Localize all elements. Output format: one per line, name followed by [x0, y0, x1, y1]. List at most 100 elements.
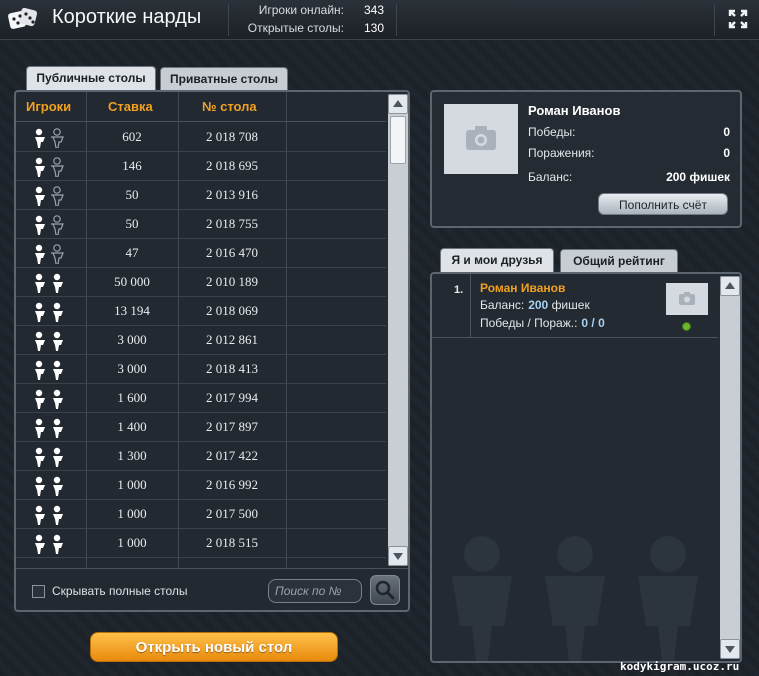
friend-name[interactable]: Роман Иванов — [480, 281, 565, 295]
wins-value: 0 — [723, 125, 730, 139]
table-number-cell: 2 017 994 — [206, 390, 258, 405]
table-row[interactable]: 50 2 013 916 — [16, 181, 386, 210]
friend-row[interactable]: 1. Роман Иванов Баланс: 200 фишек Победы … — [432, 274, 718, 338]
open-tables-value: 130 — [364, 21, 385, 35]
camera-icon — [679, 292, 695, 305]
tab-private-tables[interactable]: Приватные столы — [160, 67, 288, 91]
two-players-icon — [32, 476, 72, 496]
scroll-thumb[interactable] — [390, 116, 406, 164]
table-number-cell: 2 013 916 — [206, 187, 258, 202]
topup-button[interactable]: Пополнить счёт — [598, 193, 728, 215]
two-players-icon — [32, 360, 72, 380]
two-players-icon — [32, 273, 72, 293]
hide-full-checkbox[interactable] — [32, 585, 45, 598]
balance-value: 200 — [666, 170, 687, 184]
friend-balance-unit: фишек — [551, 298, 590, 312]
camera-icon — [466, 126, 496, 150]
table-number-cell: 2 018 515 — [206, 535, 258, 550]
table-row[interactable]: 1 300 2 017 422 — [16, 442, 386, 471]
bet-cell: 1 000 — [117, 506, 147, 521]
search-icon — [375, 580, 395, 600]
arrow-down-icon — [725, 646, 735, 653]
search-button[interactable] — [370, 575, 400, 605]
table-number-cell: 2 017 500 — [206, 506, 258, 521]
table-search-input[interactable] — [268, 579, 362, 603]
avatar[interactable] — [444, 104, 518, 174]
table-row[interactable]: 1 400 2 017 897 — [16, 413, 386, 442]
table-number-cell: 2 018 069 — [206, 303, 258, 318]
bet-cell: 1 400 — [117, 419, 147, 434]
tab-global-rating[interactable]: Общий рейтинг — [560, 249, 678, 273]
scroll-up-button[interactable] — [388, 94, 408, 114]
fullscreen-icon[interactable] — [728, 9, 748, 29]
tab-public-tables[interactable]: Публичные столы — [26, 66, 156, 90]
table-row[interactable]: 50 000 2 010 189 — [16, 268, 386, 297]
one-player-icon — [32, 186, 72, 207]
friends-scrollbar[interactable] — [720, 276, 740, 659]
profile-losses: Поражения: 0 — [528, 146, 730, 160]
header-divider — [714, 4, 715, 36]
table-row[interactable]: 47 2 016 470 — [16, 239, 386, 268]
col-bet[interactable]: Ставка — [108, 99, 153, 114]
bet-cell: 50 — [125, 216, 139, 231]
online-stats: Игроки онлайн: 343 Открытые столы: 130 — [232, 3, 392, 39]
open-new-table-button[interactable]: Открыть новый стол — [90, 632, 338, 662]
friend-balance: Баланс: 200 фишек — [480, 298, 590, 312]
table-row[interactable]: 13 194 2 018 069 — [16, 297, 386, 326]
friend-avatar[interactable] — [666, 283, 708, 315]
bet-cell: 13 194 — [114, 303, 150, 318]
one-player-icon — [32, 215, 72, 236]
watermark: kodykigram.ucoz.ru — [620, 660, 740, 673]
tables-footer: Скрывать полные столы — [16, 568, 408, 610]
balance-value-group: 200 фишек — [666, 170, 730, 184]
two-players-icon — [32, 389, 72, 409]
table-number-cell: 2 018 708 — [206, 129, 258, 144]
scroll-up-button[interactable] — [720, 276, 740, 296]
table-row[interactable]: 1 000 2 017 500 — [16, 500, 386, 529]
table-row[interactable]: 1 000 2 016 992 — [16, 471, 386, 500]
bet-cell: 1 000 — [117, 477, 147, 492]
two-players-icon — [32, 302, 72, 322]
col-players[interactable]: Игроки — [26, 99, 71, 114]
rank-divider — [470, 274, 471, 338]
arrow-up-icon — [725, 282, 735, 289]
table-number-cell: 2 010 189 — [206, 274, 258, 289]
bet-cell: 3 000 — [117, 361, 147, 376]
losses-label: Поражения: — [528, 146, 595, 160]
tables-panel: Игроки Ставка № стола 602 2 018 708 146 2 0… — [14, 90, 410, 612]
friends-panel: 1. Роман Иванов Баланс: 200 фишек Победы … — [430, 272, 742, 663]
scroll-down-button[interactable] — [388, 546, 408, 566]
profile-panel: Роман Иванов Победы: 0 Поражения: 0 Бала… — [430, 90, 742, 228]
balance-label: Баланс: — [528, 170, 573, 184]
scroll-down-button[interactable] — [720, 639, 740, 659]
wins-label: Победы: — [528, 125, 576, 139]
table-row[interactable]: 602 2 018 708 — [16, 123, 386, 152]
table-row[interactable]: 146 2 018 695 — [16, 152, 386, 181]
table-row[interactable]: 50 2 018 755 — [16, 210, 386, 239]
table-row[interactable]: 1 000 2 018 515 — [16, 529, 386, 558]
bet-cell: 146 — [122, 158, 142, 173]
tables-scrollbar[interactable] — [388, 94, 408, 566]
players-online-value: 343 — [364, 3, 385, 17]
table-row[interactable]: 1 600 2 017 994 — [16, 384, 386, 413]
col-table-number[interactable]: № стола — [202, 99, 257, 114]
friend-record-value: 0 / 0 — [581, 316, 605, 330]
tables-header: Игроки Ставка № стола — [16, 92, 386, 122]
profile-balance: Баланс: 200 фишек — [528, 170, 730, 184]
two-players-icon — [32, 505, 72, 525]
table-number-cell: 2 018 755 — [206, 216, 258, 231]
tab-my-friends[interactable]: Я и мои друзья — [440, 248, 554, 272]
table-number-cell: 2 012 861 — [206, 332, 258, 347]
people-silhouette-icon — [452, 536, 698, 661]
table-row[interactable]: 3 000 2 012 861 — [16, 326, 386, 355]
two-players-icon — [32, 534, 72, 554]
table-row[interactable]: 3 000 2 018 413 — [16, 355, 386, 384]
friend-balance-value: 200 — [528, 298, 549, 312]
one-player-icon — [32, 244, 72, 265]
friend-record-label: Победы / Пораж.: — [480, 316, 578, 330]
header-divider — [396, 4, 397, 36]
profile-name: Роман Иванов — [528, 103, 621, 118]
two-players-icon — [32, 418, 72, 438]
bet-cell: 602 — [122, 129, 142, 144]
bet-cell: 3 000 — [117, 332, 147, 347]
